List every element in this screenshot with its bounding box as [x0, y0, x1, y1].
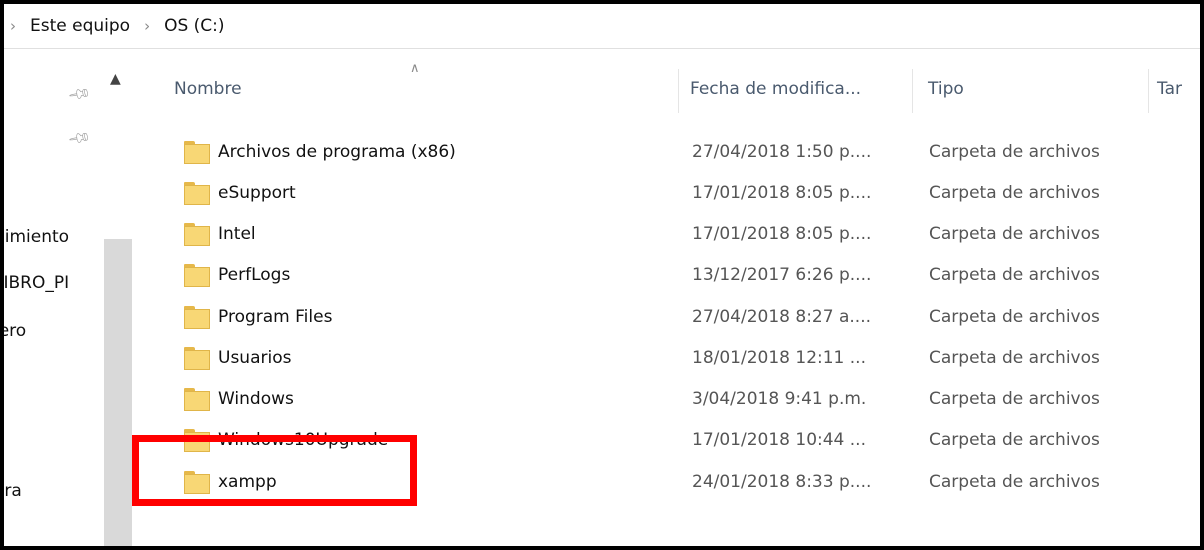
item-type: Carpeta de archivos	[929, 472, 1100, 492]
pin-icon[interactable]: 📌︎	[67, 81, 93, 107]
list-item[interactable]: Intel 17/01/2018 8:05 p.... Carpeta de a…	[132, 216, 1200, 257]
column-header-date[interactable]: Fecha de modifica...	[690, 79, 861, 99]
item-date: 18/01/2018 12:11 ...	[692, 348, 866, 368]
nav-item-ara[interactable]: ara	[4, 481, 104, 501]
item-type: Carpeta de archivos	[929, 389, 1100, 409]
item-type: Carpeta de archivos	[929, 183, 1100, 203]
list-item[interactable]: Usuarios 18/01/2018 12:11 ... Carpeta de…	[132, 340, 1200, 381]
folder-icon	[184, 306, 210, 329]
item-name: Intel	[218, 224, 256, 244]
item-name: Program Files	[218, 307, 333, 327]
item-name: Usuarios	[218, 348, 292, 368]
item-name: Windows10Upgrade	[218, 430, 389, 450]
list-item[interactable]: Archivos de programa (x86) 27/04/2018 1:…	[132, 134, 1200, 175]
address-bar[interactable]: › Este equipo › OS (C:)	[4, 4, 1200, 49]
nav-item-libro[interactable]: LIBRO_PI	[4, 273, 104, 293]
sort-ascending-icon: ∧	[410, 61, 420, 76]
list-item[interactable]: Program Files 27/04/2018 8:27 a.... Carp…	[132, 299, 1200, 340]
column-divider[interactable]	[678, 69, 679, 113]
list-item[interactable]: Windows 3/04/2018 9:41 p.m. Carpeta de a…	[132, 381, 1200, 422]
breadcrumb-separator-icon[interactable]: ›	[144, 17, 150, 35]
nav-item-seguimiento[interactable]: uimiento	[4, 227, 104, 247]
item-name: Windows	[218, 389, 294, 409]
folder-icon	[184, 264, 210, 287]
item-type: Carpeta de archivos	[929, 265, 1100, 285]
item-date: 13/12/2017 6:26 p....	[692, 265, 872, 285]
item-name: Archivos de programa (x86)	[218, 142, 456, 162]
list-item[interactable]: xampp 24/01/2018 8:33 p.... Carpeta de a…	[132, 464, 1200, 505]
folder-icon	[184, 182, 210, 205]
column-header-size[interactable]: Tar	[1157, 79, 1182, 99]
column-divider[interactable]	[1148, 69, 1149, 113]
list-item[interactable]: eSupport 17/01/2018 8:05 p.... Carpeta d…	[132, 175, 1200, 216]
list-item[interactable]: Windows10Upgrade 17/01/2018 10:44 ... Ca…	[132, 422, 1200, 463]
item-date: 27/04/2018 1:50 p....	[692, 142, 872, 162]
folder-icon	[184, 471, 210, 494]
breadcrumb-chevron-icon[interactable]: ›	[10, 17, 16, 35]
nav-item-iero[interactable]: iero	[4, 321, 104, 341]
navigation-pane: 📌︎ 📌︎ ▲ uimiento LIBRO_PI iero ara	[4, 49, 132, 546]
item-type: Carpeta de archivos	[929, 142, 1100, 162]
file-list: ∧ Nombre Fecha de modifica... Tipo Tar A…	[132, 49, 1200, 546]
folder-icon	[184, 388, 210, 411]
item-type: Carpeta de archivos	[929, 224, 1100, 244]
item-type: Carpeta de archivos	[929, 430, 1100, 450]
item-date: 17/01/2018 8:05 p....	[692, 183, 872, 203]
item-name: eSupport	[218, 183, 296, 203]
item-type: Carpeta de archivos	[929, 348, 1100, 368]
scroll-up-icon[interactable]: ▲	[110, 71, 121, 87]
column-header-type[interactable]: Tipo	[928, 79, 964, 99]
item-date: 17/01/2018 10:44 ...	[692, 430, 866, 450]
breadcrumb-este-equipo[interactable]: Este equipo	[26, 16, 134, 36]
folder-icon	[184, 141, 210, 164]
column-divider[interactable]	[912, 69, 913, 113]
folder-icon	[184, 347, 210, 370]
folder-icon	[184, 429, 210, 452]
item-date: 24/01/2018 8:33 p....	[692, 472, 872, 492]
item-type: Carpeta de archivos	[929, 307, 1100, 327]
column-header-row: ∧ Nombre Fecha de modifica... Tipo Tar	[132, 49, 1200, 113]
list-item[interactable]: PerfLogs 13/12/2017 6:26 p.... Carpeta d…	[132, 257, 1200, 298]
item-date: 27/04/2018 8:27 a....	[692, 307, 871, 327]
item-date: 17/01/2018 8:05 p....	[692, 224, 872, 244]
item-date: 3/04/2018 9:41 p.m.	[692, 389, 867, 409]
nav-scrollbar[interactable]	[104, 239, 132, 546]
item-name: PerfLogs	[218, 265, 291, 285]
breadcrumb-os-c[interactable]: OS (C:)	[160, 16, 228, 36]
explorer-window: › Este equipo › OS (C:) 📌︎ 📌︎ ▲ uimiento…	[0, 0, 1204, 550]
pin-icon[interactable]: 📌︎	[67, 125, 93, 151]
item-name: xampp	[218, 472, 277, 492]
column-header-name[interactable]: Nombre	[174, 79, 242, 99]
folder-icon	[184, 223, 210, 246]
